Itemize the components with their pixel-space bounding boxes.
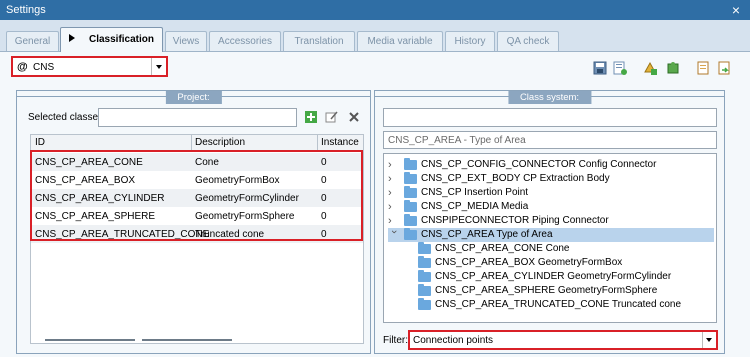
puzzle-icon[interactable]	[665, 60, 681, 76]
table-header: ID Description Instance	[31, 135, 363, 151]
add-class-icon[interactable]	[642, 60, 658, 76]
tab-general[interactable]: General	[6, 31, 59, 51]
tree-node-selected[interactable]: › CNS_CP_AREA Type of Area	[388, 228, 714, 242]
at-icon: @	[17, 61, 28, 73]
add-icon[interactable]	[304, 110, 318, 124]
document-edit-icon[interactable]	[695, 60, 711, 76]
tab-qa-check[interactable]: QA check	[497, 31, 559, 51]
tab-translation[interactable]: Translation	[283, 31, 355, 51]
folder-icon	[404, 214, 417, 226]
folder-open-icon	[404, 228, 417, 240]
chevron-right-icon[interactable]: ›	[388, 159, 398, 171]
selected-classes-input[interactable]	[98, 108, 297, 127]
rows-highlight	[30, 150, 363, 241]
column-header-id[interactable]: ID	[35, 137, 45, 148]
tab-indicator-icon	[68, 34, 75, 42]
column-header-description[interactable]: Description	[195, 137, 245, 148]
folder-icon	[404, 200, 417, 212]
chevron-down-icon[interactable]	[151, 58, 166, 75]
chevron-right-icon[interactable]: ›	[388, 201, 398, 213]
folder-icon	[404, 158, 417, 170]
chevron-right-icon[interactable]: ›	[388, 215, 398, 227]
filter-label: Filter:	[383, 335, 408, 346]
title-bar: Settings ×	[0, 0, 750, 20]
folder-icon	[404, 172, 417, 184]
chevron-down-icon[interactable]	[702, 332, 716, 348]
scrollbar-thumb[interactable]	[45, 339, 135, 341]
tree-node[interactable]: › CNS_CP Insertion Point	[388, 186, 708, 200]
tab-views[interactable]: Views	[165, 31, 207, 51]
chevron-right-icon[interactable]: ›	[388, 187, 398, 199]
tab-media-variable[interactable]: Media variable	[357, 31, 443, 51]
filter-combo[interactable]: Connection points	[408, 330, 718, 350]
folder-icon	[404, 186, 417, 198]
export-icon[interactable]	[612, 60, 628, 76]
scrollbar-thumb[interactable]	[142, 339, 232, 341]
document-arrow-icon[interactable]	[716, 60, 732, 76]
class-selector-combo[interactable]: @ CNS	[11, 56, 168, 77]
filter-value: Connection points	[413, 335, 494, 346]
class-search-input[interactable]	[383, 108, 717, 127]
tree-node[interactable]: › CNS_CP_MEDIA Media	[388, 200, 708, 214]
save-icon[interactable]	[592, 60, 608, 76]
class-tree: › CNS_CP_CONFIG_CONNECTOR Config Connecto…	[383, 153, 717, 323]
tab-bar: General Classification Views Accessories…	[0, 20, 750, 52]
chevron-down-icon[interactable]: ›	[388, 230, 400, 240]
tree-child-node[interactable]: CNS_CP_AREA_SPHERE GeometryFormSphere	[418, 284, 708, 298]
folder-icon	[418, 256, 431, 268]
folder-icon	[418, 298, 431, 310]
folder-icon	[418, 284, 431, 296]
class-selector-value: CNS	[33, 62, 55, 73]
close-icon[interactable]: ×	[732, 2, 740, 18]
tree-child-node[interactable]: CNS_CP_AREA_BOX GeometryFormBox	[418, 256, 708, 270]
tree-node[interactable]: › CNS_CP_EXT_BODY CP Extraction Body	[388, 172, 708, 186]
tree-child-node[interactable]: CNS_CP_AREA_CYLINDER GeometryFormCylinde…	[418, 270, 708, 284]
project-panel-title: Project:	[165, 91, 222, 104]
tab-history[interactable]: History	[445, 31, 495, 51]
column-header-instance[interactable]: Instance	[321, 137, 359, 148]
tree-node[interactable]: › CNS_CP_CONFIG_CONNECTOR Config Connecto…	[388, 158, 708, 172]
tab-accessories[interactable]: Accessories	[209, 31, 281, 51]
delete-icon[interactable]	[347, 110, 361, 124]
chevron-right-icon[interactable]: ›	[388, 173, 398, 185]
class-path-field: CNS_CP_AREA - Type of Area	[383, 131, 717, 149]
class-system-panel-title: Class system:	[507, 91, 592, 104]
folder-icon	[418, 270, 431, 282]
window-title: Settings	[6, 4, 46, 16]
edit-icon[interactable]	[325, 110, 339, 124]
folder-icon	[418, 242, 431, 254]
tree-node[interactable]: › CNSPIPECONNECTOR Piping Connector	[388, 214, 708, 228]
tree-child-node[interactable]: CNS_CP_AREA_CONE Cone	[418, 242, 708, 256]
selected-classes-label: Selected classes	[28, 112, 104, 123]
tab-classification[interactable]: Classification	[60, 27, 163, 52]
tree-child-node[interactable]: CNS_CP_AREA_TRUNCATED_CONE Truncated con…	[418, 298, 708, 312]
